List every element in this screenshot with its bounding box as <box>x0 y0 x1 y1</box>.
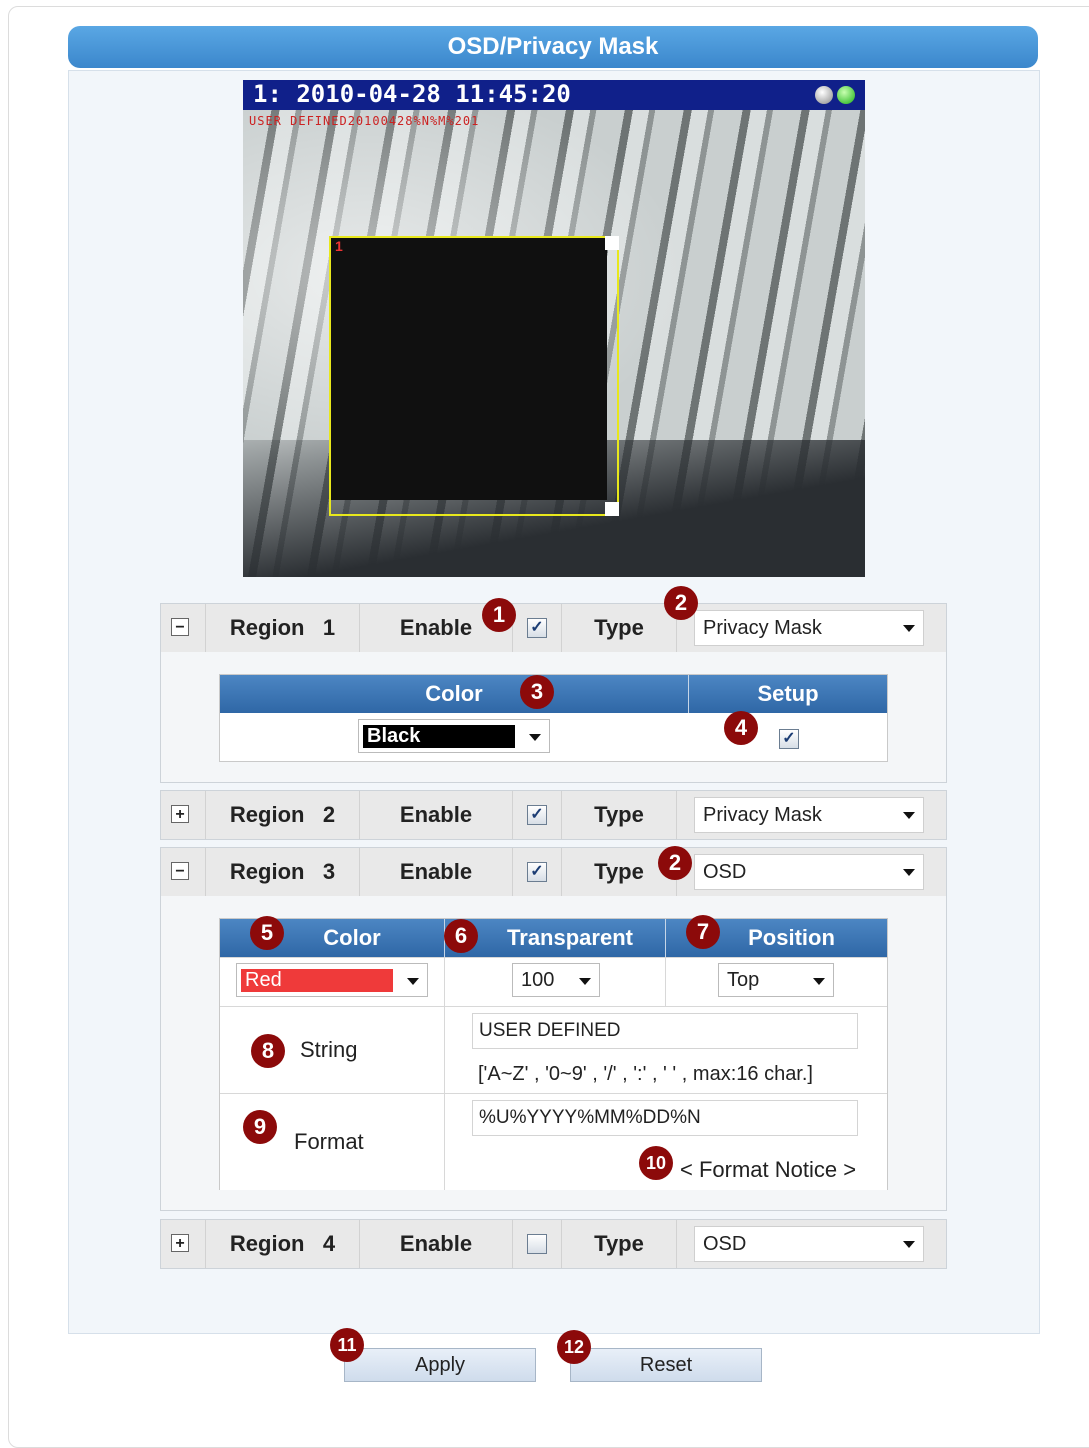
collapse-icon[interactable]: − <box>171 862 189 880</box>
annotation-badge: 10 <box>639 1146 673 1180</box>
color-swatch-black: Black <box>363 724 515 748</box>
region-2-block: + Region 2 Enable ✓ Type Privacy Mask <box>160 790 947 840</box>
video-preview[interactable]: 1: 2010-04-28 11:45:20 USER DEFINED20100… <box>243 80 865 577</box>
chevron-down-icon <box>903 625 915 632</box>
resize-handle-bottom-right[interactable] <box>605 502 619 516</box>
region-3-block: − Region 3 Enable ✓ Type OSD Color Trans… <box>160 847 947 1211</box>
type-select-value: OSD <box>703 860 747 883</box>
region-label: Region <box>229 615 305 640</box>
region-number: 4 <box>322 1231 336 1256</box>
string-label: String <box>300 1037 358 1062</box>
type-label: Type <box>562 791 677 839</box>
type-label: Type <box>562 604 677 652</box>
reset-button[interactable]: Reset <box>570 1348 762 1382</box>
annotation-badge: 2 <box>664 586 698 620</box>
chevron-down-icon <box>903 869 915 876</box>
transparent-value: 100 <box>521 968 555 991</box>
chevron-down-icon <box>529 734 541 741</box>
position-select[interactable]: Top <box>718 963 834 997</box>
type-select-value: OSD <box>703 1232 747 1255</box>
annotation-badge: 8 <box>251 1034 285 1068</box>
annotation-badge: 3 <box>520 675 554 709</box>
format-label: Format <box>294 1129 364 1154</box>
region-1-setup-checkbox[interactable]: ✓ <box>779 729 799 749</box>
region-3-header: − Region 3 Enable ✓ Type OSD <box>161 848 946 896</box>
region-number: 1 <box>322 615 336 640</box>
chevron-down-icon <box>903 812 915 819</box>
annotation-badge: 9 <box>243 1110 277 1144</box>
string-input[interactable]: USER DEFINED <box>472 1013 858 1049</box>
chevron-down-icon <box>903 1241 915 1248</box>
annotation-badge: 2 <box>658 846 692 880</box>
video-osd-text: USER DEFINED20100428%N%M%201 <box>249 114 480 128</box>
transparent-header: Transparent <box>507 925 633 950</box>
color-swatch-red: Red <box>241 968 393 992</box>
region-1-color-select[interactable]: Black <box>358 719 550 753</box>
region-number: 3 <box>322 859 336 884</box>
string-hint: ['A~Z' , '0~9' , '/' , ':' , ' ' , max:1… <box>478 1063 813 1085</box>
annotation-badge: 11 <box>330 1328 364 1362</box>
annotation-badge: 12 <box>557 1330 591 1364</box>
resize-handle-top-right[interactable] <box>605 236 619 250</box>
record-status-icon[interactable] <box>815 86 833 104</box>
region-label: Region <box>229 859 305 884</box>
enable-label: Enable <box>360 848 513 896</box>
connection-status-icon[interactable] <box>837 86 855 104</box>
annotation-badge: 6 <box>444 919 478 953</box>
region-4-enable-checkbox[interactable] <box>527 1234 547 1254</box>
region-1-type-select[interactable]: Privacy Mask <box>694 610 924 646</box>
video-timestamp: 1: 2010-04-28 11:45:20 <box>253 80 571 108</box>
page-title: OSD/Privacy Mask <box>68 26 1038 68</box>
apply-button[interactable]: Apply <box>344 1348 536 1382</box>
region-2-header: + Region 2 Enable ✓ Type Privacy Mask <box>161 791 946 839</box>
annotation-badge: 4 <box>724 711 758 745</box>
region-label: Region <box>229 802 305 827</box>
enable-label: Enable <box>360 791 513 839</box>
collapse-icon[interactable]: − <box>171 618 189 636</box>
region-2-enable-checkbox[interactable]: ✓ <box>527 805 547 825</box>
expand-icon[interactable]: + <box>171 1234 189 1252</box>
annotation-badge: 1 <box>482 598 516 632</box>
position-header: Position <box>748 925 835 950</box>
region-3-type-select[interactable]: OSD <box>694 854 924 890</box>
format-input[interactable]: %U%YYYY%MM%DD%N <box>472 1100 858 1136</box>
privacy-mask-region[interactable]: 1 <box>329 236 619 516</box>
region-1-enable-checkbox[interactable]: ✓ <box>527 618 547 638</box>
type-label: Type <box>562 1220 677 1268</box>
color-header: Color <box>220 675 689 713</box>
region-3-detail-table: Color Transparent Position Red 100 Top S… <box>219 918 888 1190</box>
region-4-type-select[interactable]: OSD <box>694 1226 924 1262</box>
video-status-bar: 1: 2010-04-28 11:45:20 <box>243 80 865 110</box>
region-3-color-select[interactable]: Red <box>236 963 428 997</box>
region-number: 2 <box>322 802 336 827</box>
chevron-down-icon <box>579 978 591 985</box>
position-value: Top <box>727 968 760 991</box>
region-4-header: + Region 4 Enable Type OSD <box>161 1220 946 1268</box>
transparent-select[interactable]: 100 <box>512 963 600 997</box>
region-label: Region <box>229 1231 305 1256</box>
annotation-badge: 5 <box>250 916 284 950</box>
setup-header: Setup <box>689 675 887 713</box>
chevron-down-icon <box>813 978 825 985</box>
enable-label: Enable <box>360 1220 513 1268</box>
type-select-value: Privacy Mask <box>703 803 822 826</box>
color-header: Color <box>323 925 381 950</box>
region-1-header: − Region 1 Enable ✓ Type Privacy Mask <box>161 604 946 652</box>
annotation-badge: 7 <box>686 915 720 949</box>
format-notice-link[interactable]: < Format Notice > <box>680 1157 856 1183</box>
privacy-mask-fill <box>331 238 607 500</box>
region-2-type-select[interactable]: Privacy Mask <box>694 797 924 833</box>
region-4-block: + Region 4 Enable Type OSD <box>160 1219 947 1269</box>
chevron-down-icon <box>407 978 419 985</box>
expand-icon[interactable]: + <box>171 805 189 823</box>
region-3-enable-checkbox[interactable]: ✓ <box>527 862 547 882</box>
type-select-value: Privacy Mask <box>703 616 822 639</box>
mask-region-label: 1 <box>335 238 343 254</box>
